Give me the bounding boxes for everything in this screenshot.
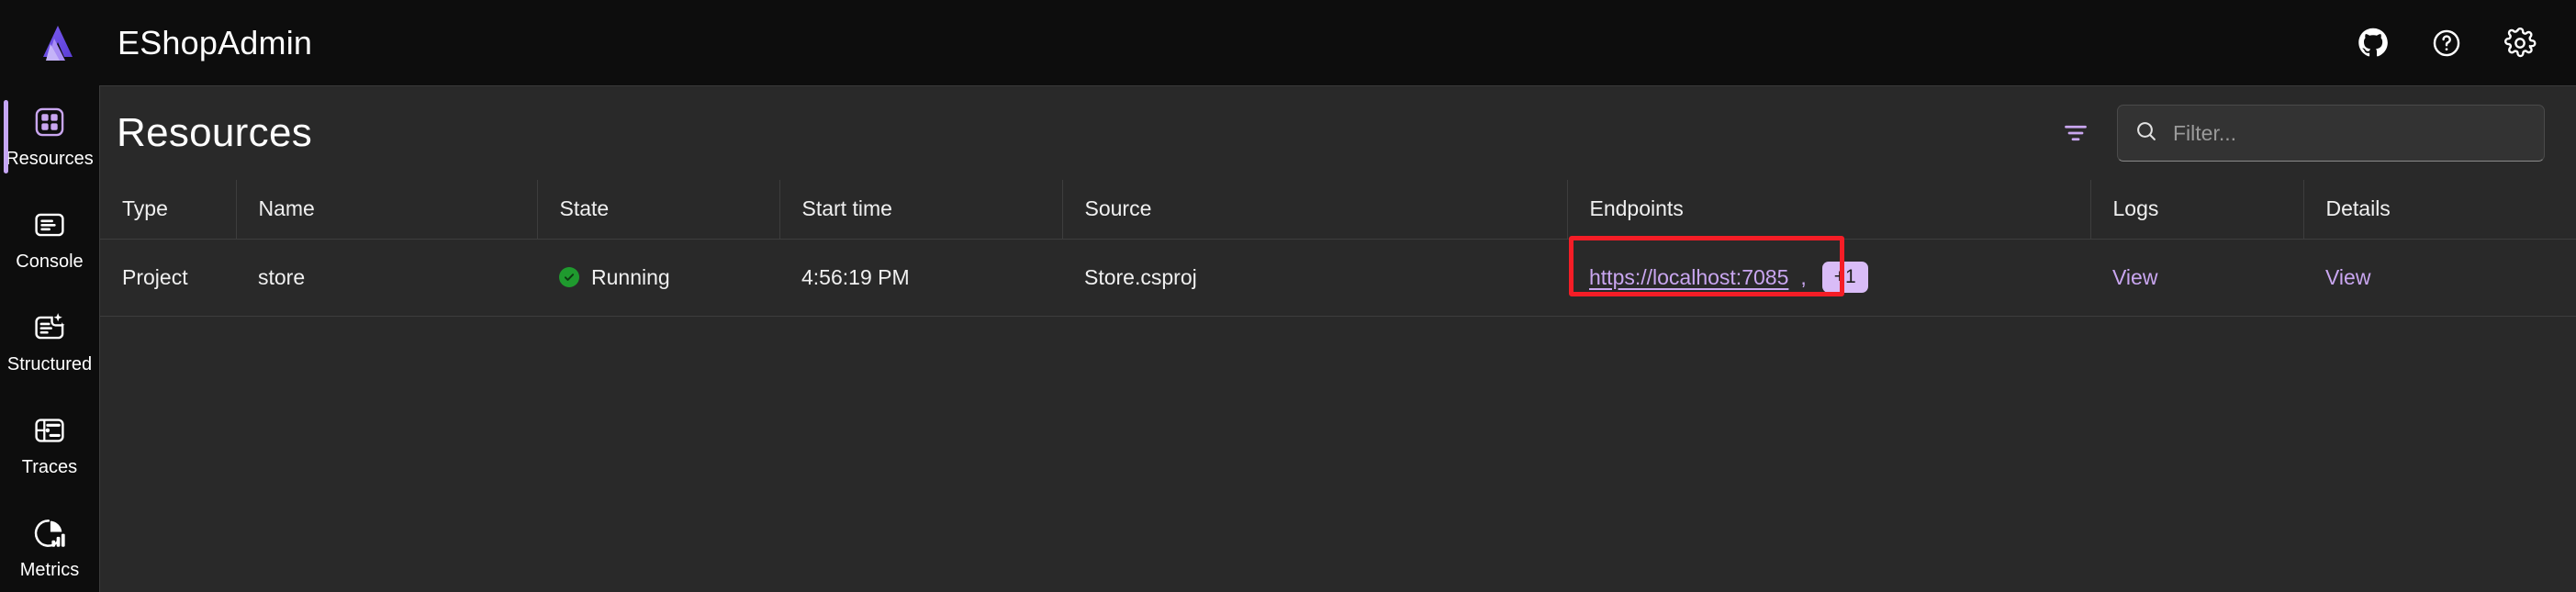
sidebar-item-label: Traces (21, 457, 78, 477)
metrics-icon (31, 515, 68, 552)
column-header-logs[interactable]: Logs (2090, 180, 2304, 240)
cell-start-time: 4:56:19 PM (779, 239, 1062, 317)
sidebar-item-label: Metrics (19, 560, 80, 580)
structured-icon (31, 309, 68, 346)
endpoint-separator: , (1800, 264, 1807, 289)
column-header-start-time[interactable]: Start time (779, 180, 1063, 240)
top-bar: EShopAdmin (0, 0, 2576, 85)
sidebar-item-resources[interactable]: Resources (0, 91, 99, 183)
page-title: Resources (117, 110, 313, 155)
table-header-row: Type Name State Start time Source Endpoi… (100, 180, 2576, 240)
cell-source: Store.csproj (1062, 239, 1567, 317)
aspire-dashboard: EShopAdmin Resources Console Structured … (0, 0, 2576, 592)
filter-icon[interactable] (2056, 114, 2095, 152)
column-header-source[interactable]: Source (1062, 180, 1568, 240)
help-icon[interactable] (2429, 26, 2464, 61)
column-header-state[interactable]: State (537, 180, 780, 240)
sidebar-item-label: Structured (6, 354, 93, 374)
sidebar-item-structured[interactable]: Structured (0, 296, 99, 388)
cell-name: store (236, 239, 537, 317)
search-icon (2134, 119, 2158, 148)
sidebar-item-label: Console (16, 251, 84, 272)
cell-type: Project (100, 239, 236, 317)
endpoint-link[interactable]: https://localhost:7085 (1589, 265, 1788, 290)
app-title: EShopAdmin (118, 23, 313, 61)
column-header-details[interactable]: Details (2303, 180, 2576, 240)
column-header-endpoints[interactable]: Endpoints (1567, 180, 2091, 240)
sidebar-item-metrics[interactable]: Metrics (0, 502, 99, 592)
details-view-link[interactable]: View (2325, 265, 2370, 289)
logs-view-link[interactable]: View (2112, 265, 2157, 289)
sidebar-item-label: Resources (6, 149, 94, 169)
cell-details: View (2303, 239, 2576, 317)
column-header-name[interactable]: Name (236, 180, 538, 240)
cell-state: Running (537, 239, 779, 317)
table-header: Type Name State Start time Source Endpoi… (100, 180, 2576, 240)
top-bar-actions (2356, 26, 2537, 61)
console-icon (31, 207, 68, 243)
state-label: Running (591, 264, 670, 289)
gear-icon[interactable] (2503, 26, 2537, 61)
checkmark-circle-icon (559, 267, 579, 287)
endpoint-more-badge[interactable]: +1 (1821, 262, 1868, 293)
resources-table: Type Name State Start time Source Endpoi… (100, 180, 2576, 317)
resources-icon (31, 104, 68, 140)
column-header-type[interactable]: Type (100, 180, 237, 240)
sidebar-item-traces[interactable]: Traces (0, 399, 99, 491)
cell-endpoints: https://localhost:7085, +1 (1567, 236, 2090, 317)
search-input-container[interactable] (2117, 105, 2545, 162)
table-row[interactable]: Project store Running 4:56:19 PM Store.c… (100, 236, 2576, 317)
header-controls (2056, 105, 2576, 162)
sidebar: Resources Console Structured Traces Metr… (0, 85, 99, 592)
search-input[interactable] (2173, 120, 2527, 146)
content-panel: Resources Filter... Type Name State Star… (99, 85, 2576, 592)
traces-icon (31, 412, 68, 449)
content-header: Resources (100, 86, 2576, 180)
table-body: Project store Running 4:56:19 PM Store.c… (100, 236, 2576, 317)
aspire-logo-icon (33, 18, 83, 68)
github-icon[interactable] (2356, 26, 2391, 61)
sidebar-item-console[interactable]: Console (0, 194, 99, 285)
cell-logs: View (2090, 239, 2303, 317)
